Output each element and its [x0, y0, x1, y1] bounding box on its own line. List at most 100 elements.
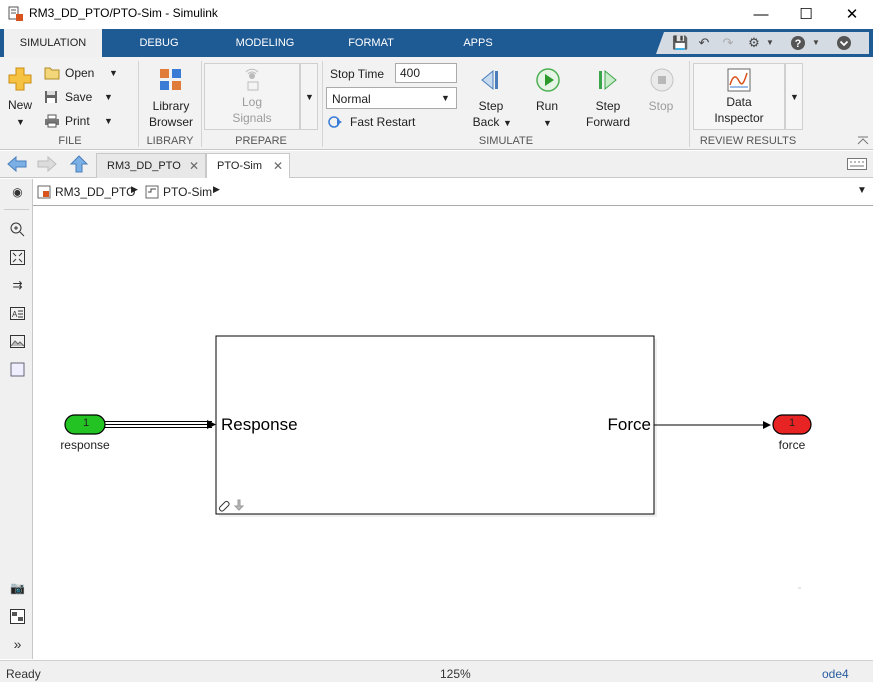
maximize-button[interactable]: ☐	[783, 0, 829, 29]
model-browser-icon[interactable]: ◉	[9, 184, 26, 201]
outport-number: 1	[788, 417, 796, 429]
stop-button[interactable]: Stop	[642, 65, 680, 131]
chevron-down-icon[interactable]: ▼	[762, 35, 778, 51]
log-signals-icon	[245, 68, 259, 91]
save-icon[interactable]: 💾	[672, 35, 688, 51]
fast-restart-icon	[328, 116, 342, 128]
help-icon[interactable]: ?	[790, 35, 806, 51]
property-inspector-icon[interactable]	[9, 608, 26, 625]
printer-icon	[45, 114, 59, 128]
new-button[interactable]: New ▼	[6, 65, 34, 133]
model-canvas[interactable]: 1 response Response Force 1 force	[34, 207, 872, 659]
step-back-icon	[481, 69, 498, 91]
print-dropdown-icon: ▼	[104, 116, 113, 126]
camera-icon[interactable]: 📷	[9, 580, 26, 597]
section-simulate-label: SIMULATE	[478, 135, 534, 147]
ribbon-divider	[201, 61, 202, 147]
output-signal-line[interactable]	[654, 421, 771, 429]
inport-label[interactable]: response	[44, 438, 126, 452]
status-text: Ready	[6, 667, 41, 681]
ribbon-divider	[322, 61, 323, 147]
save-disk-icon	[45, 91, 57, 103]
close-tab-icon[interactable]: ✕	[189, 154, 199, 179]
prepare-gallery-expand[interactable]: ▼	[300, 63, 318, 130]
print-button[interactable]: Print ▼	[42, 113, 120, 131]
close-button[interactable]: ✕	[829, 0, 873, 29]
open-label: Open	[65, 66, 95, 80]
area-icon[interactable]	[9, 361, 26, 378]
outport-label[interactable]: force	[752, 438, 832, 452]
fast-restart-toggle[interactable]: Fast Restart	[328, 114, 428, 132]
tab-simulation[interactable]: SIMULATION	[4, 29, 102, 57]
step-forward-button[interactable]: Step Forward	[580, 65, 636, 131]
review-gallery-expand[interactable]: ▼	[785, 63, 803, 130]
collapse-ribbon-button[interactable]	[857, 135, 869, 145]
undo-icon[interactable]: ↶	[696, 35, 712, 51]
data-inspector-button[interactable]: Data Inspector	[704, 65, 774, 129]
new-plus-icon	[8, 67, 32, 91]
run-button[interactable]: Run ▼	[526, 65, 568, 131]
minimize-button[interactable]: —	[738, 0, 784, 29]
open-dropdown-icon: ▼	[109, 68, 118, 78]
print-label: Print	[65, 114, 90, 128]
close-tab-icon[interactable]: ✕	[273, 154, 283, 179]
collapse-ribbon-icon[interactable]	[836, 35, 852, 51]
title-bar: RM3_DD_PTO/PTO-Sim - Simulink — ☐ ✕	[0, 0, 873, 29]
expand-palette-icon[interactable]: »	[9, 636, 26, 653]
step-back-label-line1: Step	[478, 99, 504, 113]
new-dropdown-icon: ▼	[16, 117, 25, 127]
subsystem-output-port-label: Force	[607, 415, 651, 434]
signal-line-icon[interactable]: ⇉	[9, 277, 26, 294]
model-tab-pto-sim[interactable]: PTO-Sim ✕	[206, 153, 290, 178]
input-signal-line[interactable]	[105, 420, 216, 429]
log-label-line1: Log	[241, 95, 263, 109]
open-button[interactable]: Open ▼	[42, 65, 120, 83]
stop-time-input[interactable]: 400	[395, 63, 457, 83]
help-dropdown-icon[interactable]: ▼	[808, 35, 824, 51]
subsystem-input-port-label: Response	[221, 415, 298, 434]
annotation-icon[interactable]: A	[9, 305, 26, 322]
svg-text:A: A	[12, 310, 18, 319]
tab-debug[interactable]: DEBUG	[118, 29, 200, 57]
ribbon-tab-strip: SIMULATION DEBUG MODELING FORMAT APPS 💾 …	[0, 29, 873, 57]
tab-format[interactable]: FORMAT	[334, 29, 408, 57]
ribbon-divider	[689, 61, 690, 147]
step-back-button[interactable]: Step Back ▼	[468, 65, 514, 131]
log-signals-button[interactable]: Log Signals	[224, 65, 280, 129]
data-inspector-label-line1: Data	[726, 95, 752, 109]
up-arrow-icon[interactable]	[69, 154, 89, 174]
run-play-icon	[536, 68, 560, 92]
tab-apps[interactable]: APPS	[450, 29, 506, 57]
chevron-down-icon: ▼	[305, 92, 314, 102]
keyboard-icon[interactable]	[847, 158, 867, 170]
breadcrumb-item-model[interactable]: RM3_DD_PTO	[55, 185, 135, 199]
zoom-in-icon[interactable]	[9, 221, 26, 238]
step-forward-label-line1: Step	[595, 99, 621, 113]
step-back-dropdown-icon: ▼	[503, 118, 512, 128]
library-browser-button[interactable]: Library Browser	[145, 65, 197, 131]
collapse-ribbon-arrow-icon	[857, 136, 869, 145]
back-arrow-icon[interactable]	[6, 155, 28, 173]
quick-options-icon[interactable]: ⚙	[746, 35, 762, 51]
breadcrumb-dropdown-icon[interactable]: ▼	[857, 185, 867, 196]
section-prepare-label: PREPARE	[235, 135, 287, 147]
tab-modeling[interactable]: MODELING	[222, 29, 308, 57]
subsystem-icon	[145, 185, 159, 199]
model-tab-rm3-dd-pto[interactable]: RM3_DD_PTO ✕	[96, 153, 206, 178]
mode-value: Normal	[332, 92, 371, 106]
solver-link[interactable]: ode4	[822, 667, 849, 681]
image-icon[interactable]	[9, 333, 26, 350]
redo-icon[interactable]: ↷	[720, 35, 736, 51]
breadcrumb-item-subsystem[interactable]: PTO-Sim	[163, 185, 212, 199]
diagram-svg	[64, 335, 812, 589]
ribbon-divider	[138, 61, 139, 147]
simulation-mode-select[interactable]: Normal ▼	[326, 87, 457, 109]
library-label-line1: Library	[152, 99, 190, 113]
simulink-logo-icon	[8, 6, 23, 21]
left-palette: ◉ ⇉ A 📷 »	[0, 179, 33, 659]
fit-to-view-icon[interactable]	[9, 249, 26, 266]
model-tab-label: RM3_DD_PTO	[107, 160, 181, 172]
zoom-level[interactable]: 125%	[440, 667, 471, 681]
save-button[interactable]: Save ▼	[42, 89, 120, 107]
forward-arrow-icon[interactable]	[36, 155, 58, 173]
